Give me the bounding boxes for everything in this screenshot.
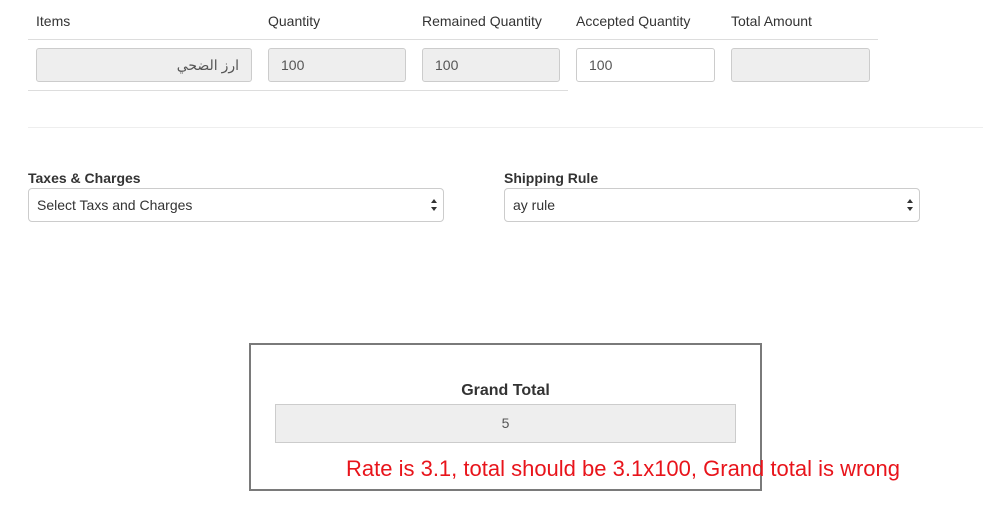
shipping-rule-label: Shipping Rule xyxy=(504,170,599,186)
accepted-quantity-input[interactable]: 100 xyxy=(576,48,715,82)
total-amount-field xyxy=(731,48,870,82)
header-total-amount: Total Amount xyxy=(731,13,812,29)
select-arrows-icon xyxy=(907,199,913,211)
shipping-rule-selected: ay rule xyxy=(513,197,556,213)
item-name-field: ارز الضحي xyxy=(36,48,252,82)
quantity-field: 100 xyxy=(268,48,406,82)
header-accepted-quantity: Accepted Quantity xyxy=(576,13,691,29)
select-arrows-icon xyxy=(431,199,437,211)
section-divider xyxy=(28,127,983,128)
header-items: Items xyxy=(36,13,71,29)
header-remained-quantity: Remained Quantity xyxy=(422,13,542,29)
header-quantity: Quantity xyxy=(268,13,321,29)
grand-total-label: Grand Total xyxy=(461,382,550,399)
grand-total-field: 5 xyxy=(275,404,736,443)
annotation-note: Rate is 3.1, total should be 3.1x100, Gr… xyxy=(346,456,900,481)
shipping-rule-select[interactable]: ay rule xyxy=(504,188,920,222)
row-divider xyxy=(28,90,568,91)
remained-quantity-field: 100 xyxy=(422,48,560,82)
taxes-charges-selected: Select Taxs and Charges xyxy=(37,197,193,213)
header-divider xyxy=(28,39,878,40)
taxes-charges-label: Taxes & Charges xyxy=(28,170,141,186)
taxes-charges-select[interactable]: Select Taxs and Charges xyxy=(28,188,444,222)
